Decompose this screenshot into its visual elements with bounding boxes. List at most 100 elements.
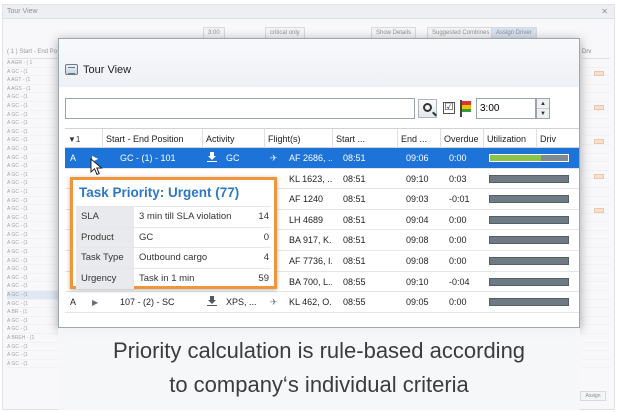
background-status-tag [582, 85, 610, 94]
sort-icon: ▼1 [68, 135, 81, 144]
flights-cell: KL 462, O... [289, 297, 332, 308]
overdue-cell: 0:00 [449, 297, 467, 308]
background-status-tag [582, 188, 610, 197]
search-toolbar: ☑ ▲ ▼ [65, 98, 575, 120]
background-status-tag [582, 300, 610, 309]
flights-cell: AF 7736, I... [289, 255, 332, 266]
background-status-tag [582, 214, 610, 223]
priority-criterion-row: Product GC 0 [76, 226, 271, 248]
window-title: Tour View [83, 64, 132, 76]
background-status-tag [582, 291, 610, 300]
background-status-tag [582, 282, 610, 292]
flights-cell: AF 1240 [289, 194, 324, 205]
time-window-input[interactable] [476, 98, 536, 119]
column-header-driver[interactable]: Driv [536, 129, 575, 149]
start-time-cell: 08:51 [343, 173, 366, 184]
caption-banner: Priority calculation is rule-based accor… [58, 328, 580, 410]
window-icon [65, 64, 78, 75]
criterion-label: SLA [76, 207, 134, 227]
criterion-score: 14 [258, 211, 269, 222]
background-status-tag [582, 325, 610, 334]
search-button[interactable] [418, 99, 437, 118]
background-status-tag [582, 343, 610, 352]
column-header-flights[interactable]: Flight(s) [264, 129, 332, 149]
background-status-tag [582, 68, 610, 77]
overdue-cell: 0:03 [449, 173, 467, 184]
column-header-activity[interactable]: Activity [202, 129, 264, 149]
overdue-cell: 0:00 [449, 153, 467, 163]
end-time-cell: 09:10 [406, 276, 429, 287]
column-header-utilization[interactable]: Utilization [483, 129, 536, 149]
utilization-bar [489, 298, 569, 307]
background-right-header: Drv [582, 49, 610, 59]
utilization-bar [489, 215, 569, 224]
plane-icon: ✈ [270, 297, 278, 308]
spin-down-icon[interactable]: ▼ [537, 109, 549, 119]
background-status-tag [582, 257, 610, 266]
background-status-tag [582, 274, 610, 283]
utilization-bar [489, 174, 569, 183]
start-time-cell: 08:51 [343, 255, 366, 266]
background-assign-button[interactable]: Assign [580, 391, 606, 401]
background-status-tag [582, 128, 610, 137]
column-header-position[interactable]: Start - End Position [102, 129, 202, 149]
background-status-tag [582, 239, 610, 249]
position-cell: 107 - (2) - SC [120, 297, 175, 308]
background-status-tag [582, 197, 610, 206]
download-icon [204, 148, 218, 168]
background-status-tag [582, 59, 610, 68]
end-time-cell: 09:06 [406, 153, 429, 163]
tooltip-title: Task Priority: Urgent (77) [79, 185, 240, 200]
expand-arrow-icon[interactable]: ▶ [89, 292, 101, 312]
mouse-cursor-icon [90, 158, 103, 176]
background-title: Tour View [7, 8, 38, 15]
background-status-tag [582, 145, 610, 154]
table-header: ▼1 Start - End Position Activity Flight(s)… [65, 128, 579, 149]
caption-line-1: Priority calculation is rule-based accor… [112, 338, 526, 363]
priority-criterion-row: Urgency Task in 1 min 59 [76, 267, 271, 289]
flights-cell: KL 1623, ... [289, 173, 332, 184]
priority-cell: A [70, 297, 77, 308]
background-status-tag [582, 179, 610, 188]
priority-flag-icon[interactable] [458, 100, 472, 117]
search-input[interactable] [65, 98, 415, 119]
background-status-tag [582, 102, 610, 111]
criterion-label: Product [76, 227, 134, 248]
criterion-value: Outbound cargo [139, 252, 208, 263]
criterion-label: Task Type [76, 248, 134, 268]
utilization-bar [489, 236, 569, 245]
filter-checkbox[interactable]: ☑ [443, 102, 455, 114]
background-status-tag [582, 136, 610, 145]
priority-criterion-row: Task Type Outbound cargo 4 [76, 247, 271, 268]
background-status-tag [582, 308, 610, 317]
background-status-tag [582, 317, 610, 326]
table-row[interactable]: A ▶ 107 - (2) - SC XPS, ... ✈ KL 462, O... 08:… [65, 292, 579, 313]
flights-cell: BA 700, L... [289, 276, 332, 287]
position-cell: GC - (1) - 101 [120, 153, 176, 163]
end-time-cell: 09:03 [406, 194, 429, 205]
background-status-tag [582, 205, 610, 214]
flights-cell: AF 2686, ... [289, 153, 332, 163]
background-status-tag [582, 162, 610, 171]
spin-up-icon[interactable]: ▲ [537, 99, 549, 109]
flights-cell: BA 917, K... [289, 235, 332, 246]
criterion-score: 59 [258, 272, 269, 284]
start-time-cell: 08:55 [343, 276, 366, 287]
close-icon[interactable]: ✕ [601, 5, 608, 19]
background-status-tag [582, 351, 610, 360]
overdue-cell: 0:00 [449, 255, 467, 266]
start-time-cell: 08:55 [343, 297, 366, 308]
start-time-cell: 08:51 [343, 153, 366, 163]
flights-cell: LH 4689 [289, 214, 324, 225]
table-row[interactable]: A ▶ GC - (1) - 101 GC ✈ AF 2686, ... 08:51 09:0… [65, 148, 579, 169]
criterion-label: Urgency [76, 268, 134, 289]
start-time-cell: 08:51 [343, 214, 366, 225]
utilization-fill [490, 155, 541, 161]
column-header-start[interactable]: Start ... [332, 129, 397, 149]
column-header-overdue[interactable]: Overdue [440, 129, 483, 149]
background-right-column: Drv [582, 49, 610, 369]
column-header-end[interactable]: End ... [397, 129, 440, 149]
activity-cell: GC [226, 153, 240, 163]
sort-priority-column-header[interactable]: ▼1 [65, 129, 102, 149]
time-spinner[interactable]: ▲ ▼ [536, 98, 550, 119]
